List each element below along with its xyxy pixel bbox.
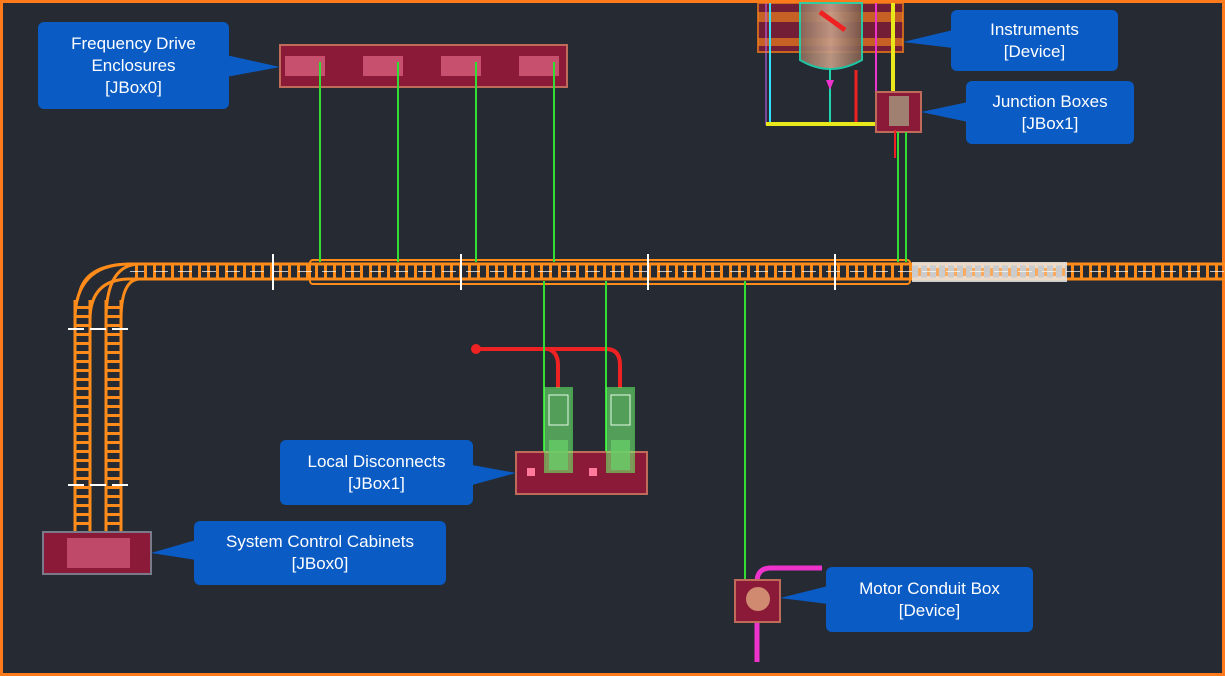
- callout-tag: [JBox1]: [348, 473, 405, 493]
- callout-tag: [Device]: [1003, 41, 1066, 61]
- callout-junction-boxes-text: Junction Boxes [JBox1]: [966, 81, 1134, 144]
- callout-leaders: [151, 30, 968, 604]
- motor-conduit-box: [734, 579, 781, 623]
- vertical-tray-drops: [68, 300, 128, 540]
- main-cable-tray: [130, 254, 1225, 290]
- local-disconnect-piping: [476, 347, 622, 388]
- callout-instruments-text: Instruments [Device]: [951, 10, 1118, 71]
- callout-system-control-text: System Control Cabinets [JBox0]: [194, 521, 446, 585]
- callout-line: Local Disconnects: [307, 451, 446, 471]
- callout-line: Instruments: [990, 19, 1079, 39]
- callout-line: Enclosures: [91, 55, 176, 75]
- system-control-cabinet: [42, 531, 152, 575]
- callout-line: Motor Conduit Box: [859, 578, 1000, 598]
- callout-tag: [JBox1]: [1021, 113, 1079, 133]
- drive-wires: [319, 62, 555, 262]
- callout-line: Frequency Drive: [71, 33, 196, 53]
- callout-line: Junction Boxes: [992, 91, 1108, 111]
- frequency-drive-enclosure: [279, 44, 568, 88]
- callout-tag: [Device]: [898, 600, 961, 620]
- callout-tag: [JBox0]: [105, 77, 162, 97]
- callout-motor-conduit-text: Motor Conduit Box [Device]: [826, 567, 1033, 632]
- callout-local-disconnects-text: Local Disconnects [JBox1]: [280, 440, 473, 505]
- junction-box: [875, 91, 922, 262]
- callout-frequency-drive-text: Frequency Drive Enclosures [JBox0]: [38, 22, 229, 109]
- callout-tag: [JBox0]: [291, 554, 349, 573]
- pipe-cap: [471, 344, 481, 354]
- local-disconnect-enclosure: [515, 387, 648, 495]
- callout-line: System Control Cabinets: [225, 532, 415, 551]
